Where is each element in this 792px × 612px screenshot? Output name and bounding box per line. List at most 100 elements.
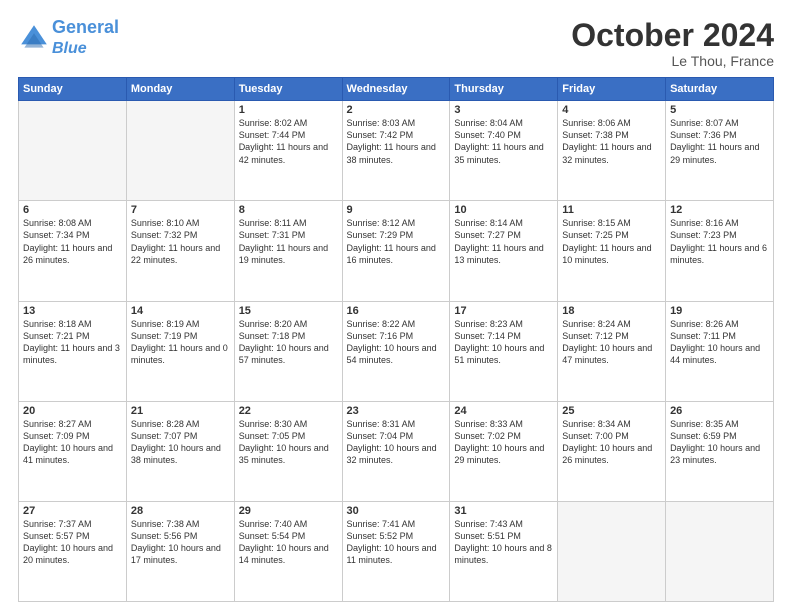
day-info: Sunrise: 8:28 AM Sunset: 7:07 PM Dayligh… [131, 418, 230, 467]
day-info: Sunrise: 8:10 AM Sunset: 7:32 PM Dayligh… [131, 217, 230, 266]
day-info: Sunrise: 8:06 AM Sunset: 7:38 PM Dayligh… [562, 117, 661, 166]
day-cell-4: 4Sunrise: 8:06 AM Sunset: 7:38 PM Daylig… [558, 101, 666, 201]
empty-cell [666, 501, 774, 601]
day-info: Sunrise: 8:35 AM Sunset: 6:59 PM Dayligh… [670, 418, 769, 467]
day-number: 13 [23, 305, 122, 317]
day-number: 12 [670, 204, 769, 216]
week-row-2: 6Sunrise: 8:08 AM Sunset: 7:34 PM Daylig… [19, 201, 774, 301]
weekday-header-monday: Monday [126, 78, 234, 101]
day-info: Sunrise: 8:08 AM Sunset: 7:34 PM Dayligh… [23, 217, 122, 266]
empty-cell [558, 501, 666, 601]
day-info: Sunrise: 8:04 AM Sunset: 7:40 PM Dayligh… [454, 117, 553, 166]
day-number: 28 [131, 505, 230, 517]
day-cell-5: 5Sunrise: 8:07 AM Sunset: 7:36 PM Daylig… [666, 101, 774, 201]
day-cell-22: 22Sunrise: 8:30 AM Sunset: 7:05 PM Dayli… [234, 401, 342, 501]
day-info: Sunrise: 8:03 AM Sunset: 7:42 PM Dayligh… [347, 117, 446, 166]
day-cell-29: 29Sunrise: 7:40 AM Sunset: 5:54 PM Dayli… [234, 501, 342, 601]
day-info: Sunrise: 8:12 AM Sunset: 7:29 PM Dayligh… [347, 217, 446, 266]
day-cell-14: 14Sunrise: 8:19 AM Sunset: 7:19 PM Dayli… [126, 301, 234, 401]
day-cell-23: 23Sunrise: 8:31 AM Sunset: 7:04 PM Dayli… [342, 401, 450, 501]
empty-cell [126, 101, 234, 201]
day-number: 29 [239, 505, 338, 517]
day-info: Sunrise: 8:26 AM Sunset: 7:11 PM Dayligh… [670, 318, 769, 367]
day-number: 22 [239, 405, 338, 417]
day-info: Sunrise: 8:23 AM Sunset: 7:14 PM Dayligh… [454, 318, 553, 367]
day-number: 2 [347, 104, 446, 116]
day-cell-1: 1Sunrise: 8:02 AM Sunset: 7:44 PM Daylig… [234, 101, 342, 201]
day-cell-31: 31Sunrise: 7:43 AM Sunset: 5:51 PM Dayli… [450, 501, 558, 601]
day-info: Sunrise: 8:18 AM Sunset: 7:21 PM Dayligh… [23, 318, 122, 367]
day-cell-19: 19Sunrise: 8:26 AM Sunset: 7:11 PM Dayli… [666, 301, 774, 401]
day-number: 25 [562, 405, 661, 417]
day-cell-2: 2Sunrise: 8:03 AM Sunset: 7:42 PM Daylig… [342, 101, 450, 201]
day-number: 27 [23, 505, 122, 517]
day-number: 20 [23, 405, 122, 417]
location: Le Thou, France [571, 53, 774, 69]
week-row-5: 27Sunrise: 7:37 AM Sunset: 5:57 PM Dayli… [19, 501, 774, 601]
day-number: 5 [670, 104, 769, 116]
day-info: Sunrise: 8:24 AM Sunset: 7:12 PM Dayligh… [562, 318, 661, 367]
day-number: 17 [454, 305, 553, 317]
day-cell-28: 28Sunrise: 7:38 AM Sunset: 5:56 PM Dayli… [126, 501, 234, 601]
week-row-1: 1Sunrise: 8:02 AM Sunset: 7:44 PM Daylig… [19, 101, 774, 201]
day-info: Sunrise: 7:37 AM Sunset: 5:57 PM Dayligh… [23, 518, 122, 567]
calendar-table: SundayMondayTuesdayWednesdayThursdayFrid… [18, 77, 774, 602]
week-row-4: 20Sunrise: 8:27 AM Sunset: 7:09 PM Dayli… [19, 401, 774, 501]
day-number: 21 [131, 405, 230, 417]
day-cell-10: 10Sunrise: 8:14 AM Sunset: 7:27 PM Dayli… [450, 201, 558, 301]
day-number: 15 [239, 305, 338, 317]
day-cell-17: 17Sunrise: 8:23 AM Sunset: 7:14 PM Dayli… [450, 301, 558, 401]
day-info: Sunrise: 8:14 AM Sunset: 7:27 PM Dayligh… [454, 217, 553, 266]
logo: General Blue [18, 18, 119, 58]
day-number: 14 [131, 305, 230, 317]
day-number: 31 [454, 505, 553, 517]
logo-icon [18, 22, 50, 54]
day-cell-30: 30Sunrise: 7:41 AM Sunset: 5:52 PM Dayli… [342, 501, 450, 601]
day-info: Sunrise: 8:22 AM Sunset: 7:16 PM Dayligh… [347, 318, 446, 367]
day-cell-26: 26Sunrise: 8:35 AM Sunset: 6:59 PM Dayli… [666, 401, 774, 501]
day-info: Sunrise: 7:40 AM Sunset: 5:54 PM Dayligh… [239, 518, 338, 567]
day-number: 16 [347, 305, 446, 317]
logo-text: General Blue [52, 18, 119, 58]
day-info: Sunrise: 8:02 AM Sunset: 7:44 PM Dayligh… [239, 117, 338, 166]
day-cell-13: 13Sunrise: 8:18 AM Sunset: 7:21 PM Dayli… [19, 301, 127, 401]
day-info: Sunrise: 8:15 AM Sunset: 7:25 PM Dayligh… [562, 217, 661, 266]
weekday-header-sunday: Sunday [19, 78, 127, 101]
day-cell-24: 24Sunrise: 8:33 AM Sunset: 7:02 PM Dayli… [450, 401, 558, 501]
weekday-header-tuesday: Tuesday [234, 78, 342, 101]
weekday-header-friday: Friday [558, 78, 666, 101]
day-info: Sunrise: 8:19 AM Sunset: 7:19 PM Dayligh… [131, 318, 230, 367]
day-number: 30 [347, 505, 446, 517]
day-number: 23 [347, 405, 446, 417]
day-cell-6: 6Sunrise: 8:08 AM Sunset: 7:34 PM Daylig… [19, 201, 127, 301]
day-cell-3: 3Sunrise: 8:04 AM Sunset: 7:40 PM Daylig… [450, 101, 558, 201]
title-block: October 2024 Le Thou, France [571, 18, 774, 69]
week-row-3: 13Sunrise: 8:18 AM Sunset: 7:21 PM Dayli… [19, 301, 774, 401]
logo-line1: General [52, 17, 119, 37]
day-number: 18 [562, 305, 661, 317]
day-number: 11 [562, 204, 661, 216]
day-number: 9 [347, 204, 446, 216]
day-info: Sunrise: 8:07 AM Sunset: 7:36 PM Dayligh… [670, 117, 769, 166]
day-info: Sunrise: 8:20 AM Sunset: 7:18 PM Dayligh… [239, 318, 338, 367]
day-number: 7 [131, 204, 230, 216]
day-info: Sunrise: 8:31 AM Sunset: 7:04 PM Dayligh… [347, 418, 446, 467]
day-number: 26 [670, 405, 769, 417]
day-number: 6 [23, 204, 122, 216]
day-cell-9: 9Sunrise: 8:12 AM Sunset: 7:29 PM Daylig… [342, 201, 450, 301]
day-number: 1 [239, 104, 338, 116]
logo-line2: Blue [52, 40, 87, 57]
header: General Blue October 2024 Le Thou, Franc… [18, 18, 774, 69]
day-cell-27: 27Sunrise: 7:37 AM Sunset: 5:57 PM Dayli… [19, 501, 127, 601]
empty-cell [19, 101, 127, 201]
day-cell-15: 15Sunrise: 8:20 AM Sunset: 7:18 PM Dayli… [234, 301, 342, 401]
day-cell-7: 7Sunrise: 8:10 AM Sunset: 7:32 PM Daylig… [126, 201, 234, 301]
month-title: October 2024 [571, 18, 774, 53]
day-info: Sunrise: 8:16 AM Sunset: 7:23 PM Dayligh… [670, 217, 769, 266]
day-number: 19 [670, 305, 769, 317]
day-info: Sunrise: 8:11 AM Sunset: 7:31 PM Dayligh… [239, 217, 338, 266]
day-cell-11: 11Sunrise: 8:15 AM Sunset: 7:25 PM Dayli… [558, 201, 666, 301]
day-number: 8 [239, 204, 338, 216]
day-info: Sunrise: 8:33 AM Sunset: 7:02 PM Dayligh… [454, 418, 553, 467]
weekday-header-saturday: Saturday [666, 78, 774, 101]
